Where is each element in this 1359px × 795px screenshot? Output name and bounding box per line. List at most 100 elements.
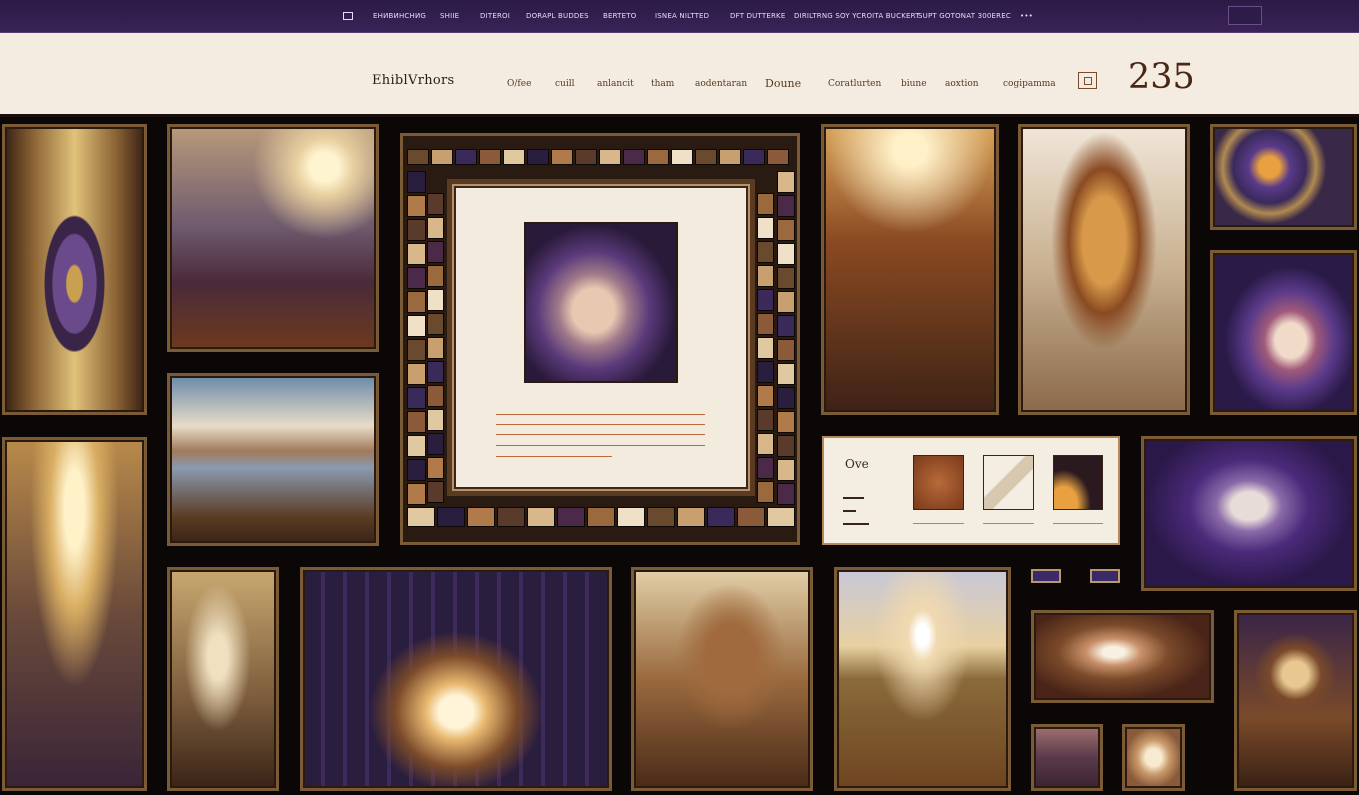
thumbnail-tile[interactable] [777,291,795,313]
thumbnail-tile[interactable] [575,149,597,165]
thumbnail-tile[interactable] [437,507,465,527]
thumbnail-tile[interactable] [407,171,426,193]
prev-button[interactable] [1031,569,1061,583]
thumbnail-tile[interactable] [407,339,426,361]
thumbnail-tile[interactable] [777,243,795,265]
thumbnail-tile[interactable] [407,243,426,265]
artwork-robed-figure[interactable] [2,437,147,791]
artwork-seated-figures[interactable] [631,567,813,791]
thumbnail-tile[interactable] [757,313,774,335]
thumbnail-tile[interactable] [455,149,477,165]
thumbnail-tile[interactable] [427,241,444,263]
thumbnail-tile[interactable] [407,483,426,505]
artwork-obelisk-forest[interactable] [821,124,999,415]
thumbnail-tile[interactable] [617,507,645,527]
topbar-link[interactable]: ЕНИВИНСНИG [373,12,426,20]
artwork-cathedral-window[interactable] [2,124,147,415]
thumbnail-tile[interactable] [427,265,444,287]
thumbnail-tile[interactable] [777,267,795,289]
topbar-link[interactable]: DORAPL BUDDES [526,12,589,20]
topbar-link[interactable]: DITEROI [480,12,510,20]
thumbnail-tile[interactable] [777,435,795,457]
thumbnail-tile[interactable] [427,361,444,383]
thumbnail-tile[interactable] [757,289,774,311]
thumbnail-tile[interactable] [427,217,444,239]
thumbnail-tile[interactable] [757,241,774,263]
thumbnail-tile[interactable] [503,149,525,165]
thumbnail-tile[interactable] [743,149,765,165]
frame-icon[interactable] [1078,72,1097,89]
artwork-arched-hall[interactable] [300,567,612,791]
thumbnail-tile[interactable] [777,339,795,361]
thumbnail-tile[interactable] [407,291,426,313]
thumbnail-tile[interactable] [407,411,426,433]
artwork-floral-portrait[interactable] [1210,250,1357,415]
thumbnail-tile[interactable] [407,267,426,289]
thumbnail-tile[interactable] [757,265,774,287]
nav-item[interactable]: cogipamma [1003,79,1056,89]
thumbnail-tile[interactable] [767,149,789,165]
topbar-link[interactable]: DFT DUTTERKE [730,12,785,20]
thumbnail-tile[interactable] [407,435,426,457]
thumbnail-tile[interactable] [767,507,795,527]
thumbnail-tile[interactable] [479,149,501,165]
thumbnail-tile[interactable] [431,149,453,165]
thumbnail-tile[interactable] [407,459,426,481]
more-icon[interactable]: ••• [1020,12,1033,20]
thumbnail-tile[interactable] [427,193,444,215]
info-thumb-2[interactable] [983,455,1034,510]
thumbnail-tile[interactable] [427,433,444,455]
thumbnail-tile[interactable] [551,149,573,165]
site-logo[interactable]: EhiblVrhors [372,73,455,88]
thumbnail-tile[interactable] [497,507,525,527]
thumbnail-tile[interactable] [527,507,555,527]
thumbnail-tile[interactable] [407,363,426,385]
thumbnail-tile[interactable] [757,409,774,431]
thumbnail-tile[interactable] [707,507,735,527]
grid-icon[interactable] [343,12,353,20]
thumbnail-tile[interactable] [467,507,495,527]
thumbnail-tile[interactable] [427,313,444,335]
topbar-link[interactable]: DIRILTRNG SOY YCROITA BUCKERT [794,12,920,20]
thumbnail-tile[interactable] [623,149,645,165]
artwork-lake-landscape[interactable] [167,373,379,546]
thumbnail-tile[interactable] [777,171,795,193]
thumbnail-tile[interactable] [427,385,444,407]
artwork-purple-portrait[interactable] [1141,436,1357,591]
thumbnail-tile[interactable] [757,361,774,383]
topbar-link[interactable]: SUPT GOTONAT 300EREC [918,12,1011,20]
info-thumb-3[interactable] [1053,455,1103,510]
nav-item[interactable]: Coratlurten [828,79,881,89]
thumbnail-tile[interactable] [407,195,426,217]
nav-item[interactable]: tham [651,79,674,89]
featured-artwork[interactable] [524,222,678,383]
thumbnail-tile[interactable] [677,507,705,527]
artwork-clockwork[interactable] [1234,610,1357,791]
account-button[interactable] [1228,6,1262,25]
topbar-link[interactable]: SHIIE [440,12,459,20]
thumbnail-tile[interactable] [647,507,675,527]
thumbnail-tile[interactable] [695,149,717,165]
thumbnail-tile[interactable] [777,459,795,481]
thumbnail-tile[interactable] [757,481,774,503]
thumbnail-tile[interactable] [407,219,426,241]
thumbnail-tile[interactable] [777,219,795,241]
nav-item[interactable]: aoxtion [945,79,979,89]
thumbnail-tile[interactable] [757,433,774,455]
thumbnail-tile[interactable] [777,387,795,409]
thumbnail-tile[interactable] [427,337,444,359]
artwork-small-dusk[interactable] [1031,724,1103,791]
thumbnail-tile[interactable] [777,195,795,217]
thumbnail-tile[interactable] [527,149,549,165]
thumbnail-tile[interactable] [647,149,669,165]
nav-item[interactable]: biune [901,79,927,89]
thumbnail-tile[interactable] [407,315,426,337]
thumbnail-tile[interactable] [737,507,765,527]
thumbnail-tile[interactable] [427,457,444,479]
thumbnail-tile[interactable] [757,217,774,239]
topbar-link[interactable]: BERTETO [603,12,636,20]
next-button[interactable] [1090,569,1120,583]
thumbnail-tile[interactable] [757,337,774,359]
artwork-small-face[interactable] [1122,724,1185,791]
thumbnail-tile[interactable] [757,457,774,479]
